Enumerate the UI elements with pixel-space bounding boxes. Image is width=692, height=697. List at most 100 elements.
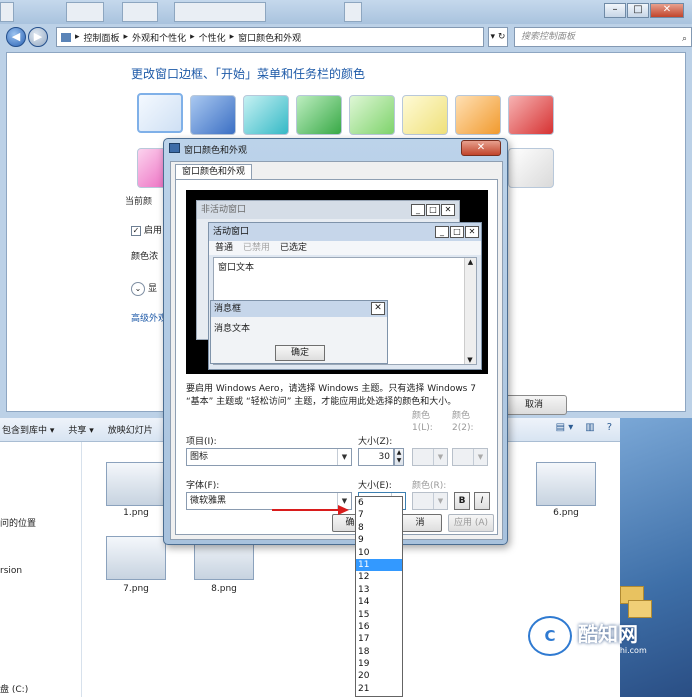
dialog-cancel-button[interactable]: 消 [398,514,442,532]
color-swatch[interactable] [508,95,554,135]
help-icon[interactable]: ? [607,422,612,433]
color-swatch[interactable] [349,95,395,135]
red-arrow-annotation [272,505,349,515]
breadcrumb-item[interactable]: 控制面板 [84,31,120,44]
nav-item[interactable]: rsion [0,566,22,576]
size-label: 大小(Z): [358,437,393,447]
font-size-option[interactable]: 16 [356,621,402,633]
color-swatch[interactable] [455,95,501,135]
font-size-option[interactable]: 7 [356,509,402,521]
menu-disabled[interactable]: 已禁用 [243,241,270,255]
cancel-button[interactable]: 取消 [501,395,567,415]
color-swatch[interactable] [508,148,554,188]
breadcrumb-item[interactable]: 外观和个性化 [132,31,186,44]
font-size-option[interactable]: 13 [356,584,402,596]
chevron-down-icon: ⌄ [131,282,145,296]
bold-button[interactable]: B [454,492,470,510]
font-size-option[interactable]: 8 [356,522,402,534]
checkbox-check-icon: ✓ [131,226,141,236]
color-swatch[interactable] [402,95,448,135]
color-swatch[interactable] [190,95,236,135]
font-size-option[interactable]: 20 [356,670,402,682]
dialog-close-button[interactable]: ✕ [461,140,501,156]
breadcrumb-item[interactable]: 窗口颜色和外观 [238,31,301,44]
search-icon: ⌕ [681,34,687,44]
color1-label: 颜色 1(L): [412,411,433,433]
font-size-option[interactable]: 14 [356,596,402,608]
font-size-option[interactable]: 18 [356,646,402,658]
advanced-appearance-link[interactable]: 高级外观 [131,311,167,324]
color-swatch[interactable] [243,95,289,135]
item-select[interactable]: 图标 ▼ [186,448,352,466]
apply-button[interactable]: 应用 (A) [448,514,494,532]
font-size-option[interactable]: 6 [356,497,402,509]
minimize-icon: _ [411,204,425,216]
font-size-option[interactable]: 17 [356,633,402,645]
navigation-pane: 问的位置 rsion 盘 (C:) [0,442,82,697]
maximize-icon: □ [426,204,440,216]
view-options-icon[interactable]: ▤ ▾ [556,422,574,433]
image-thumbnail[interactable] [106,536,166,580]
address-bar-row: ◀ ▶ ▸ 控制面板 ▸ 外观和个性化 ▸ 个性化 ▸ 窗口颜色和外观 ▾ ↻ … [6,26,692,48]
message-box-preview[interactable]: 消息框 ✕ 消息文本 确定 [210,300,388,364]
size-input[interactable]: 30 [358,448,394,466]
taskbar-thumb [174,2,266,22]
view-tools: ▤ ▾ ▥ ? [556,422,612,433]
search-input[interactable]: 搜索控制面板 ⌕ [514,27,692,47]
font-size-label: 大小(E): [358,481,392,491]
show-color-mixer[interactable]: ⌄ 显 [131,281,157,296]
color-swatch[interactable] [296,95,342,135]
forward-button[interactable]: ▶ [28,27,48,47]
window-controls: – □ ✕ [604,3,684,19]
image-thumbnail[interactable] [106,462,166,506]
maximize-icon: □ [450,226,464,238]
color-swatch[interactable] [137,93,183,133]
font-size-option[interactable]: 9 [356,534,402,546]
taskbar-thumb [66,2,104,22]
maximize-button[interactable]: □ [627,3,649,18]
thumbnail-label: 6.png [553,508,579,518]
preview-pane-icon[interactable]: ▥ [585,422,594,433]
slideshow-button[interactable]: 放映幻灯片 [108,423,153,436]
watermark-brand: 酷知网 [578,622,638,646]
spin-up-icon: ▲ [396,449,402,456]
coozhi-logo: C [528,616,572,656]
message-box-ok-button[interactable]: 确定 [275,345,325,361]
dialog-body: 窗口颜色和外观 非活动窗口 _ □ ✕ 活动窗口 _ □ ✕ 普通 已禁用 已选… [170,161,503,540]
item-label: 项目(I): [186,437,217,447]
include-in-library-button[interactable]: 包含到库中 ▾ [2,423,54,436]
nav-item[interactable]: 盘 (C:) [0,682,28,695]
font-size-option[interactable]: 12 [356,571,402,583]
menu-normal[interactable]: 普通 [215,241,233,255]
enable-transparency-checkbox[interactable]: ✓ 启用 [131,223,162,236]
close-button[interactable]: ✕ [650,3,684,18]
font-color-select[interactable]: ▼ [412,492,448,510]
share-button[interactable]: 共享 ▾ [68,423,93,436]
control-panel-icon [61,32,71,42]
color1-select[interactable]: ▼ [412,448,448,466]
spin-down-icon: ▼ [396,457,402,464]
refresh-icon[interactable]: ▾ ↻ [488,27,508,47]
minimize-button[interactable]: – [604,3,626,18]
watermark-url: www.coozhi.com [580,646,647,655]
font-size-dropdown-list[interactable]: 6 7 8 9 10 11 12 13 14 15 16 17 18 19 20 21 [355,496,403,697]
italic-button[interactable]: I [474,492,490,510]
back-button[interactable]: ◀ [6,27,26,47]
font-size-option[interactable]: 21 [356,683,402,695]
breadcrumb-item[interactable]: 个性化 [199,31,226,44]
inactive-window-controls: _ □ ✕ [411,204,455,216]
tab-window-color[interactable]: 窗口颜色和外观 [175,164,253,180]
thumbnail-label: 7.png [123,584,149,594]
address-bar[interactable]: ▸ 控制面板 ▸ 外观和个性化 ▸ 个性化 ▸ 窗口颜色和外观 [56,27,484,47]
font-size-option[interactable]: 10 [356,547,402,559]
nav-item[interactable]: 问的位置 [0,516,36,529]
font-size-option[interactable]: 11 [356,558,402,572]
font-size-option[interactable]: 19 [356,658,402,670]
appearance-preview[interactable]: 非活动窗口 _ □ ✕ 活动窗口 _ □ ✕ 普通 已禁用 已选定 窗口文本 ▲… [186,190,488,374]
color2-select[interactable]: ▼ [452,448,488,466]
menu-selected[interactable]: 已选定 [280,241,307,255]
font-size-option[interactable]: 15 [356,609,402,621]
size-spinner[interactable]: ▲ ▼ [394,448,404,466]
image-thumbnail[interactable] [536,462,596,506]
scrollbar[interactable]: ▲ ▼ [464,258,476,364]
